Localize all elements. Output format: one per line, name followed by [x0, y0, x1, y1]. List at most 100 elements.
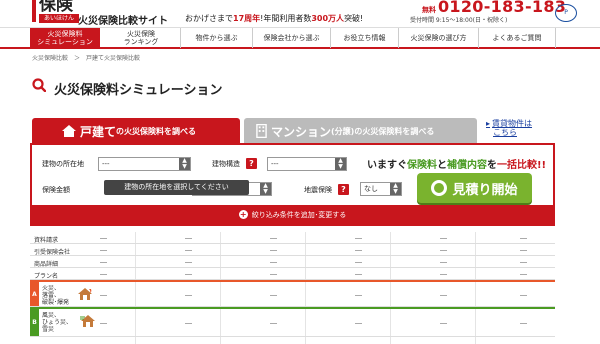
- logo-main-text: 保険: [39, 0, 73, 15]
- category-line: ひょう災、: [42, 319, 73, 326]
- location-label: 建物の所在地: [42, 160, 84, 168]
- tab-detached-house[interactable]: 戸建て の火災保険料を調べる: [32, 118, 240, 144]
- structure-label: 建物構造: [212, 160, 240, 168]
- table-cell: ―: [355, 319, 362, 327]
- global-nav: 火災保険料 シミュレーション 火災保険 ランキング 物件から選ぶ 保険会社から選ぶ …: [0, 27, 600, 49]
- results-table: 資料請求 ― ― ― ― ― ― 引受保険会社 ― ― ― ― ― ― 商品詳細…: [30, 232, 555, 337]
- table-cell: ―: [270, 234, 277, 242]
- table-cell: ―: [520, 319, 527, 327]
- earthquake-select[interactable]: なし ▲ ▼: [360, 182, 402, 196]
- earthquake-label: 地震保険: [304, 186, 332, 194]
- breadcrumb-separator: ＞: [74, 55, 81, 62]
- table-cell: ―: [100, 258, 107, 266]
- help-question-icon[interactable]: ?: [338, 184, 349, 195]
- nav-item-faq[interactable]: よくあるご質問: [478, 28, 556, 48]
- tagline-prefix: おかげさまで: [185, 14, 233, 23]
- structure-select[interactable]: --- ▲ ▼: [267, 157, 347, 171]
- nav-label: シミュレーション: [37, 38, 93, 46]
- table-cell: ―: [355, 258, 362, 266]
- tab-mansion-big: マンション: [271, 124, 332, 139]
- site-title: 火災保険比較サイト: [78, 16, 168, 27]
- tagline-mid: !年間利用者数: [260, 14, 312, 23]
- tab-house-big: 戸建て: [80, 124, 117, 139]
- table-cell: ―: [100, 291, 107, 299]
- table-cell: ―: [520, 291, 527, 299]
- table-cell: ―: [355, 291, 362, 299]
- table-cell: ―: [440, 319, 447, 327]
- select-arrows-icon: ▲ ▼: [179, 158, 190, 170]
- rental-link-line1: 賃貸物件は: [492, 119, 533, 128]
- building-icon: [256, 124, 267, 138]
- table-row: 資料請求 ― ― ― ― ― ―: [30, 232, 555, 244]
- nav-item-how-to-choose[interactable]: 火災保険の選び方: [398, 28, 478, 48]
- start-estimate-button[interactable]: 見積り開始: [417, 173, 532, 203]
- cta-and: と: [437, 160, 447, 171]
- table-cell: ―: [355, 234, 362, 242]
- phone-number[interactable]: 0120-183-183: [438, 0, 566, 16]
- table-row: 引受保険会社 ― ― ― ― ― ―: [30, 244, 555, 256]
- nav-item-ranking[interactable]: 火災保険 ランキング: [102, 28, 180, 48]
- table-row: プラン名 ― ― ― ― ― ―: [30, 268, 555, 280]
- table-cell: ―: [520, 258, 527, 266]
- location-select[interactable]: --- ▲ ▼: [98, 157, 191, 171]
- category-label: 火災、 落雷、 破裂･爆発: [42, 285, 69, 306]
- table-cell: ―: [185, 270, 192, 278]
- arrow-right-icon: ▸: [486, 119, 491, 128]
- house-icon: [62, 125, 76, 137]
- category-line: 落雷、: [42, 292, 61, 299]
- row-label: プラン名: [34, 273, 59, 280]
- table-cell: ―: [100, 319, 107, 327]
- table-cell: ―: [270, 319, 277, 327]
- structure-select-value: ---: [271, 160, 279, 168]
- cta-premium: 保険料: [407, 160, 437, 171]
- tab-mansion-paren: (分譲): [331, 126, 355, 136]
- table-cell: ―: [440, 246, 447, 254]
- table-cell: ―: [520, 246, 527, 254]
- start-estimate-label: 見積り開始: [452, 182, 518, 198]
- nav-item-by-property[interactable]: 物件から選ぶ: [180, 28, 252, 48]
- table-cell: ―: [185, 291, 192, 299]
- table-cell: ―: [185, 234, 192, 242]
- magnifier-icon: [431, 180, 448, 196]
- tagline-years: 17周年: [233, 14, 261, 23]
- table-cell: ―: [100, 246, 107, 254]
- cta-mid: を: [487, 160, 497, 171]
- cta-headline: いますぐ保険料と補償内容を一括比較!!: [367, 156, 546, 171]
- phone-free-label: 無料: [422, 6, 436, 14]
- rental-link[interactable]: ▸ 賃貸物件は こちら: [486, 119, 532, 137]
- coverage-row-wind: B 風災、 ひょう災、 雪災 ― ― ― ― ― ―: [30, 307, 555, 337]
- category-line: 雪災: [42, 326, 55, 333]
- breadcrumb: 火災保険比較 ＞ 戸建て火災保険比較: [32, 53, 146, 62]
- nav-label: 火災保険: [126, 30, 155, 38]
- tagline-suffix: 突破!: [344, 14, 364, 23]
- breadcrumb-current: 戸建て火災保険比較: [86, 55, 141, 62]
- logo-bar: [32, 0, 36, 22]
- table-cell: ―: [520, 234, 527, 242]
- select-arrows-icon: ▲ ▼: [335, 158, 346, 170]
- search-form-panel: 建物の所在地 --- ▲ ▼ 建物構造 ? --- ▲ ▼ いますぐ保険料と補償内容…: [30, 143, 555, 226]
- tagline: おかげさまで17周年!年間利用者数300万人突破!: [185, 13, 363, 24]
- nav-item-simulation[interactable]: 火災保険料 シミュレーション: [30, 28, 100, 48]
- table-cell: ―: [270, 246, 277, 254]
- row-label: 商品詳細: [34, 261, 59, 268]
- breadcrumb-home[interactable]: 火災保険比較: [32, 55, 68, 62]
- nav-label: ランキング: [123, 38, 159, 46]
- nav-item-by-insurer[interactable]: 保険会社から選ぶ: [252, 28, 330, 48]
- cta-compare: 一括比較!!: [497, 160, 547, 171]
- select-arrows-icon: ▲ ▼: [390, 183, 401, 195]
- page: 保険 あいほけん 火災保険比較サイト おかげさまで17周年!年間利用者数300万…: [0, 0, 600, 344]
- nav-item-useful-info[interactable]: お役立ち情報: [330, 28, 398, 48]
- table-cell: ―: [270, 270, 277, 278]
- location-tooltip: 建物の所在地を選択してください: [104, 180, 249, 195]
- wind-house-icon: [80, 315, 95, 327]
- table-cell: ―: [270, 291, 277, 299]
- table-cell: ―: [185, 319, 192, 327]
- add-conditions-button[interactable]: + 絞り込み条件を追加･変更する: [32, 205, 553, 224]
- cta-prefix: いますぐ: [367, 160, 407, 171]
- earthquake-select-value: なし: [364, 185, 378, 193]
- table-cell: ―: [440, 270, 447, 278]
- category-marker: B: [30, 309, 39, 336]
- category-line: 火災、: [42, 285, 61, 292]
- help-question-icon[interactable]: ?: [246, 158, 257, 169]
- tab-mansion[interactable]: マンション (分譲) の火災保険料を調べる: [244, 118, 477, 144]
